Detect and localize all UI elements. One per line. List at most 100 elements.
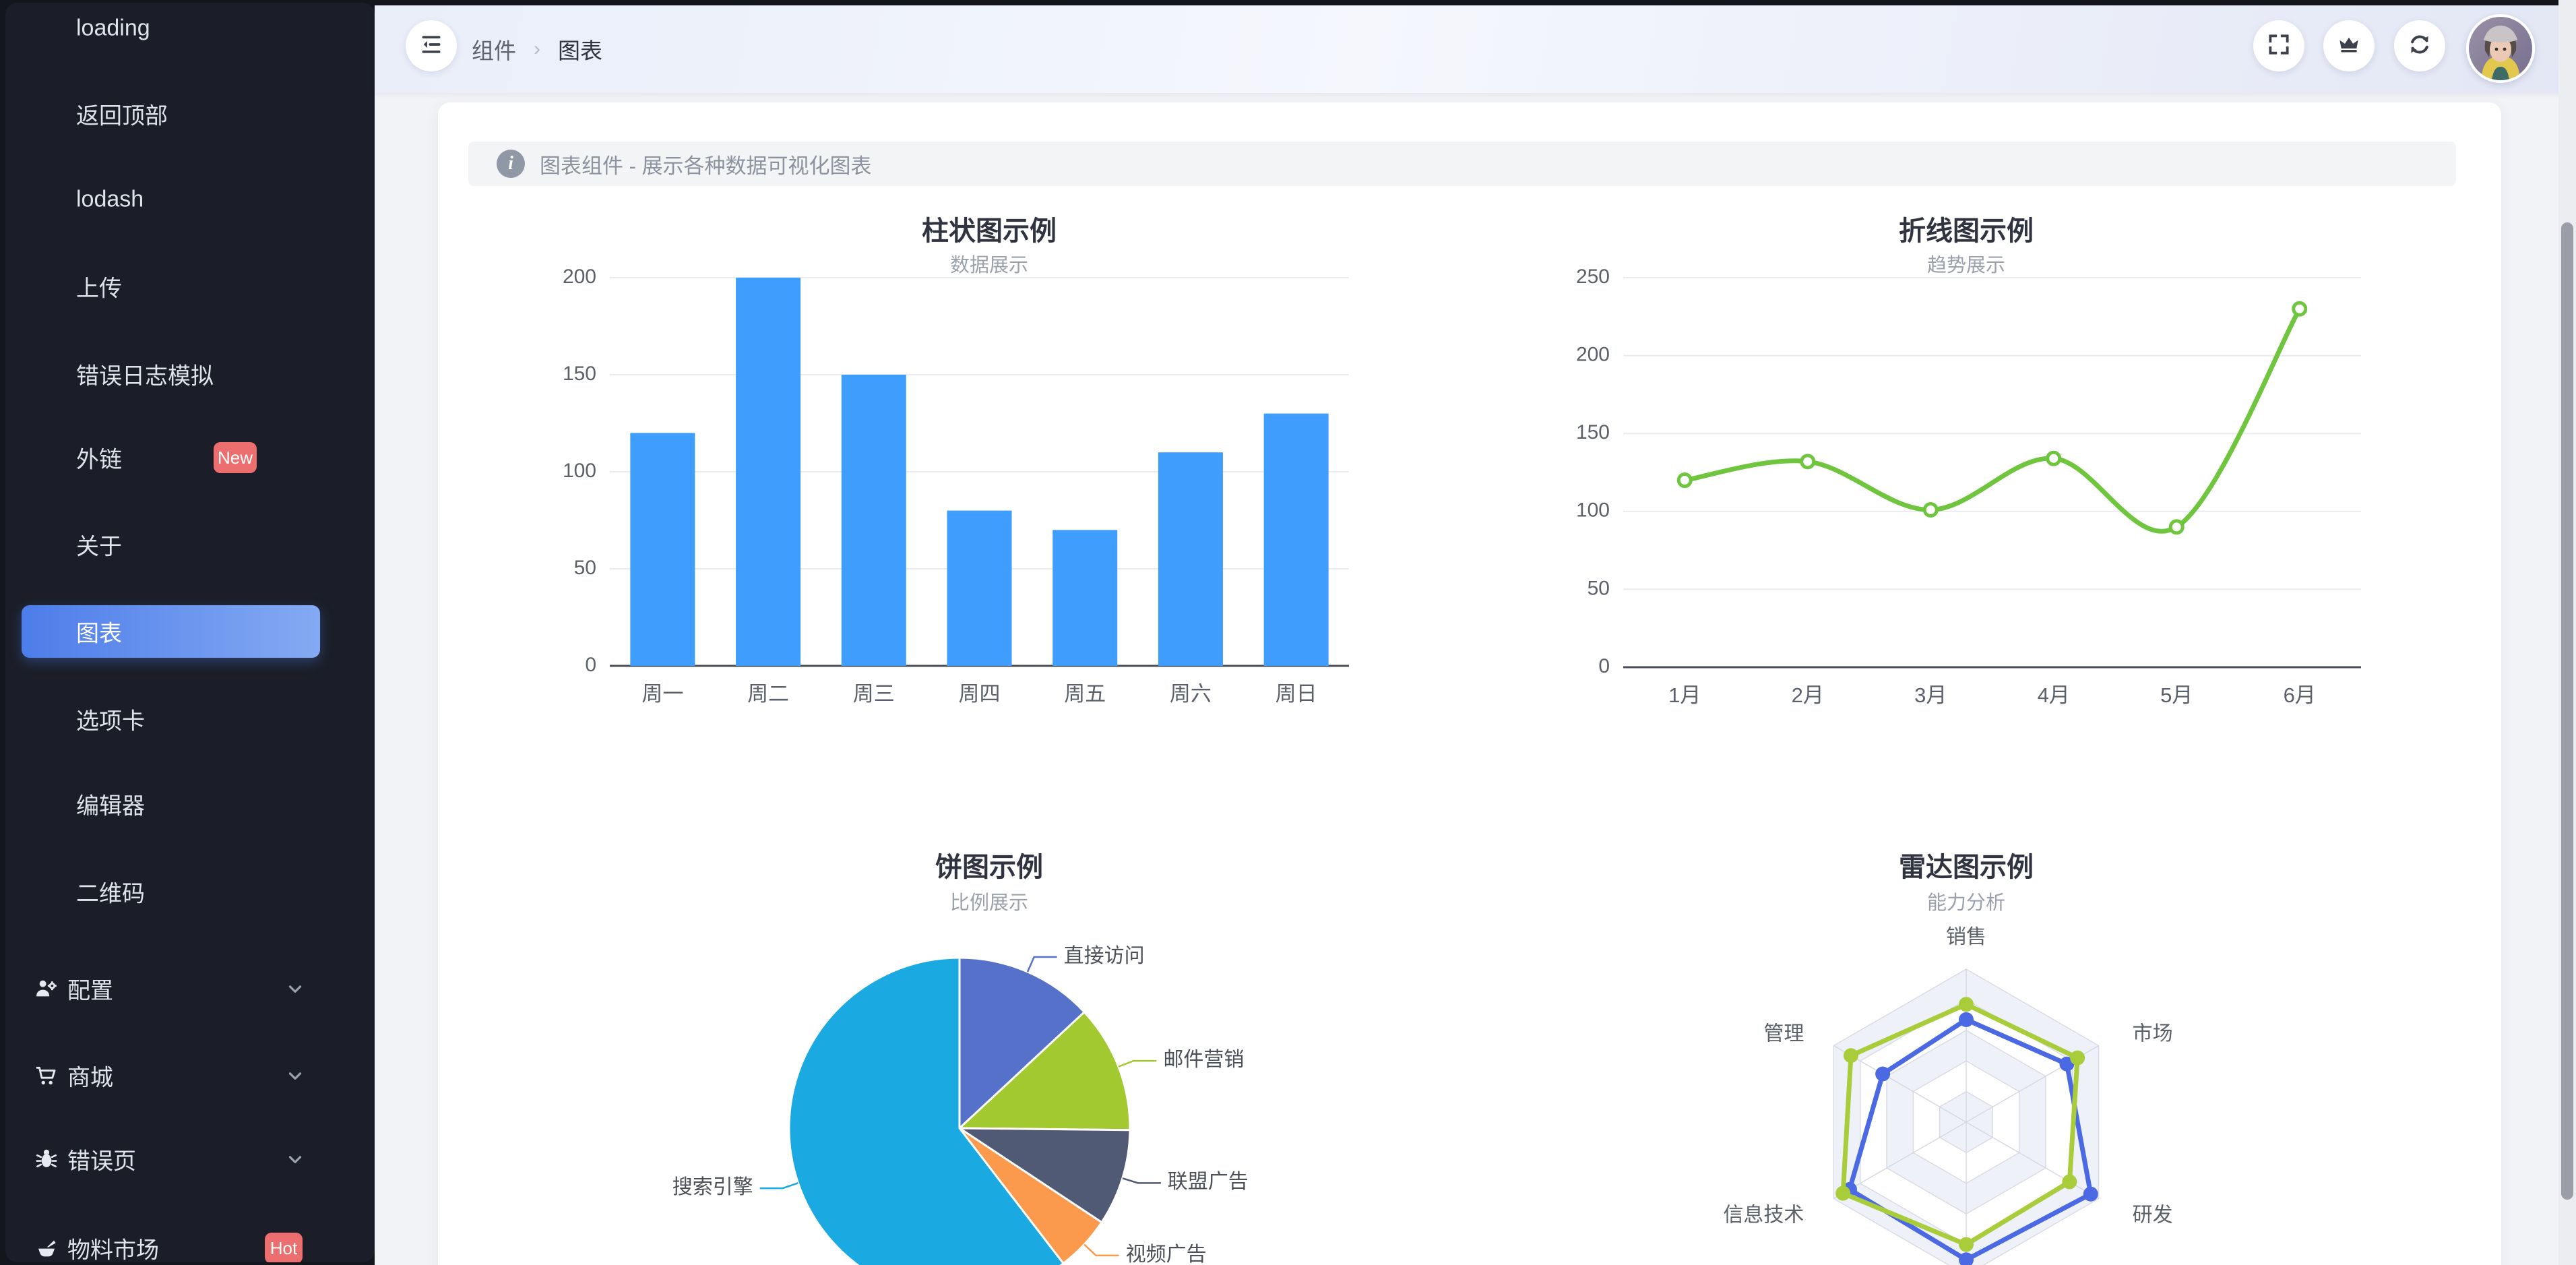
sidebar-item-上传[interactable]: 上传 (5, 259, 375, 313)
sidebar-item-编辑器[interactable]: 编辑器 (5, 777, 375, 831)
svg-text:50: 50 (1588, 577, 1610, 599)
svg-text:周一: 周一 (641, 682, 683, 706)
sidebar-item-loading[interactable]: loading (5, 3, 375, 55)
svg-text:100: 100 (563, 460, 596, 482)
sidebar-item-label: 返回顶部 (76, 98, 168, 131)
svg-text:周五: 周五 (1064, 682, 1106, 706)
sidebar-item-错误日志模拟[interactable]: 错误日志模拟 (5, 347, 375, 401)
svg-text:管理: 管理 (1763, 1022, 1804, 1045)
collapse-sidebar-button[interactable] (406, 20, 457, 71)
svg-text:搜索引擎: 搜索引擎 (672, 1176, 753, 1198)
sidebar-item-label: 错误页 (67, 1143, 136, 1176)
svg-text:0: 0 (1598, 655, 1610, 677)
sidebar: loading 返回顶部 lodash 上传错误日志模拟外链 New 关于图表选项卡编辑器… (5, 3, 375, 1262)
info-banner: i 图表组件 - 展示各种数据可视化图表 (468, 142, 2456, 186)
svg-text:周日: 周日 (1276, 682, 1317, 706)
sidebar-active-highlight (22, 605, 320, 658)
page-scrollbar-track[interactable] (2558, 0, 2576, 1265)
refresh-button[interactable] (2394, 20, 2445, 71)
sidebar-item-label: 二维码 (76, 875, 145, 908)
svg-text:1月: 1月 (1668, 683, 1701, 707)
sidebar-item-图表[interactable]: 图表 (5, 605, 375, 658)
breadcrumb-item-charts: 图表 (558, 33, 602, 65)
cart-icon (34, 1063, 59, 1088)
sidebar-item-返回顶部[interactable]: 返回顶部 (5, 87, 375, 141)
line-chart[interactable]: 0501001502002501月2月3月4月5月6月 (1478, 182, 2455, 822)
sidebar-item-label: 配置 (67, 973, 113, 1006)
pie-chart-block: 饼图示例 比例展示 直接访问邮件营销联盟广告视频广告搜索引擎 (501, 814, 1478, 1265)
crown-icon (2335, 31, 2362, 61)
chevron-down-icon (285, 1149, 305, 1169)
sidebar-item-label: 商城 (67, 1059, 113, 1092)
svg-text:100: 100 (1576, 499, 1610, 522)
sidebar-item-二维码[interactable]: 二维码 (5, 865, 375, 919)
svg-text:150: 150 (563, 363, 596, 385)
sidebar-item-label: 物料市场 (67, 1232, 159, 1263)
market-icon (34, 1235, 59, 1261)
breadcrumb-item-components[interactable]: 组件 (472, 33, 516, 65)
main-area: 组件 › 图表 (375, 5, 2576, 1265)
sidebar-item-label: 关于 (76, 528, 122, 561)
info-icon: i (497, 150, 525, 178)
sidebar-badge-Hot: Hot (265, 1233, 303, 1262)
svg-text:周四: 周四 (959, 682, 1001, 706)
sidebar-item-label: 选项卡 (76, 703, 145, 736)
fullscreen-icon (2266, 32, 2292, 61)
theme-crown-button[interactable] (2323, 20, 2375, 71)
svg-text:6月: 6月 (2284, 683, 2316, 707)
svg-text:周六: 周六 (1170, 682, 1212, 706)
radar-chart[interactable]: 销售市场研发信息技术管理 (1478, 814, 2455, 1265)
svg-text:0: 0 (585, 654, 596, 676)
sidebar-item-label: 上传 (76, 270, 122, 303)
svg-text:销售: 销售 (1946, 926, 1986, 948)
svg-text:研发: 研发 (2133, 1204, 2173, 1226)
bar-chart-block: 柱状图示例 数据展示 050100150200周一周二周三周四周五周六周日 (501, 182, 1478, 822)
sidebar-badge-New: New (214, 442, 257, 473)
sidebar-item-label: 外链 (76, 441, 122, 474)
sidebar-item-外链[interactable]: 外链 New (5, 431, 375, 485)
menu-fold-icon (418, 31, 445, 61)
chevron-down-icon (285, 1066, 305, 1086)
app-root: loading返回顶部lodash上传错误日志模拟外链New关于图表选项卡编辑器… (0, 0, 2576, 1265)
refresh-icon (2406, 31, 2433, 61)
svg-text:250: 250 (1576, 266, 1610, 288)
svg-text:5月: 5月 (2160, 683, 2193, 707)
bar-chart[interactable]: 050100150200周一周二周三周四周五周六周日 (501, 182, 1478, 822)
sidebar-item-物料市场[interactable]: 物料市场 Hot (5, 1221, 375, 1262)
sidebar-item-label: lodash (76, 187, 144, 213)
content-card: i 图表组件 - 展示各种数据可视化图表 柱状图示例 数据展示 05010015… (438, 102, 2501, 1265)
svg-text:邮件营销: 邮件营销 (1163, 1049, 1244, 1071)
svg-text:4月: 4月 (2038, 683, 2070, 707)
svg-text:200: 200 (563, 266, 596, 288)
sidebar-item-label: loading (76, 16, 150, 42)
users-gear-icon (34, 976, 59, 1001)
sidebar-item-选项卡[interactable]: 选项卡 (5, 692, 375, 746)
fullscreen-button[interactable] (2253, 20, 2304, 71)
bug-icon (34, 1146, 59, 1172)
svg-text:直接访问: 直接访问 (1064, 945, 1145, 967)
breadcrumb: 组件 › 图表 (472, 5, 602, 93)
svg-text:200: 200 (1576, 344, 1610, 366)
sidebar-item-label: 错误日志模拟 (76, 358, 214, 391)
svg-text:联盟广告: 联盟广告 (1168, 1171, 1249, 1193)
sidebar-item-商城[interactable]: 商城 (5, 1049, 375, 1103)
sidebar-item-配置[interactable]: 配置 (5, 962, 375, 1016)
svg-text:周三: 周三 (853, 682, 895, 706)
breadcrumb-separator-icon: › (534, 38, 540, 61)
svg-text:周二: 周二 (747, 682, 789, 706)
top-header: 组件 › 图表 (375, 5, 2576, 93)
svg-text:2月: 2月 (1792, 683, 1824, 707)
sidebar-item-错误页[interactable]: 错误页 (5, 1132, 375, 1186)
line-chart-block: 折线图示例 趋势展示 0501001502002501月2月3月4月5月6月 (1478, 182, 2455, 822)
info-banner-text: 图表组件 - 展示各种数据可视化图表 (540, 149, 872, 179)
user-avatar[interactable] (2466, 14, 2535, 83)
sidebar-item-label: 图表 (76, 615, 122, 648)
svg-text:视频广告: 视频广告 (1126, 1243, 1207, 1265)
radar-chart-block: 雷达图示例 能力分析 销售市场研发信息技术管理 (1478, 814, 2455, 1265)
sidebar-item-label: 编辑器 (76, 788, 145, 821)
page-scrollbar-thumb[interactable] (2561, 222, 2573, 1200)
sidebar-item-lodash[interactable]: lodash (5, 173, 375, 226)
pie-chart[interactable]: 直接访问邮件营销联盟广告视频广告 搜索引擎 (501, 814, 1478, 1265)
chevron-down-icon (285, 979, 305, 999)
sidebar-item-关于[interactable]: 关于 (5, 518, 375, 572)
